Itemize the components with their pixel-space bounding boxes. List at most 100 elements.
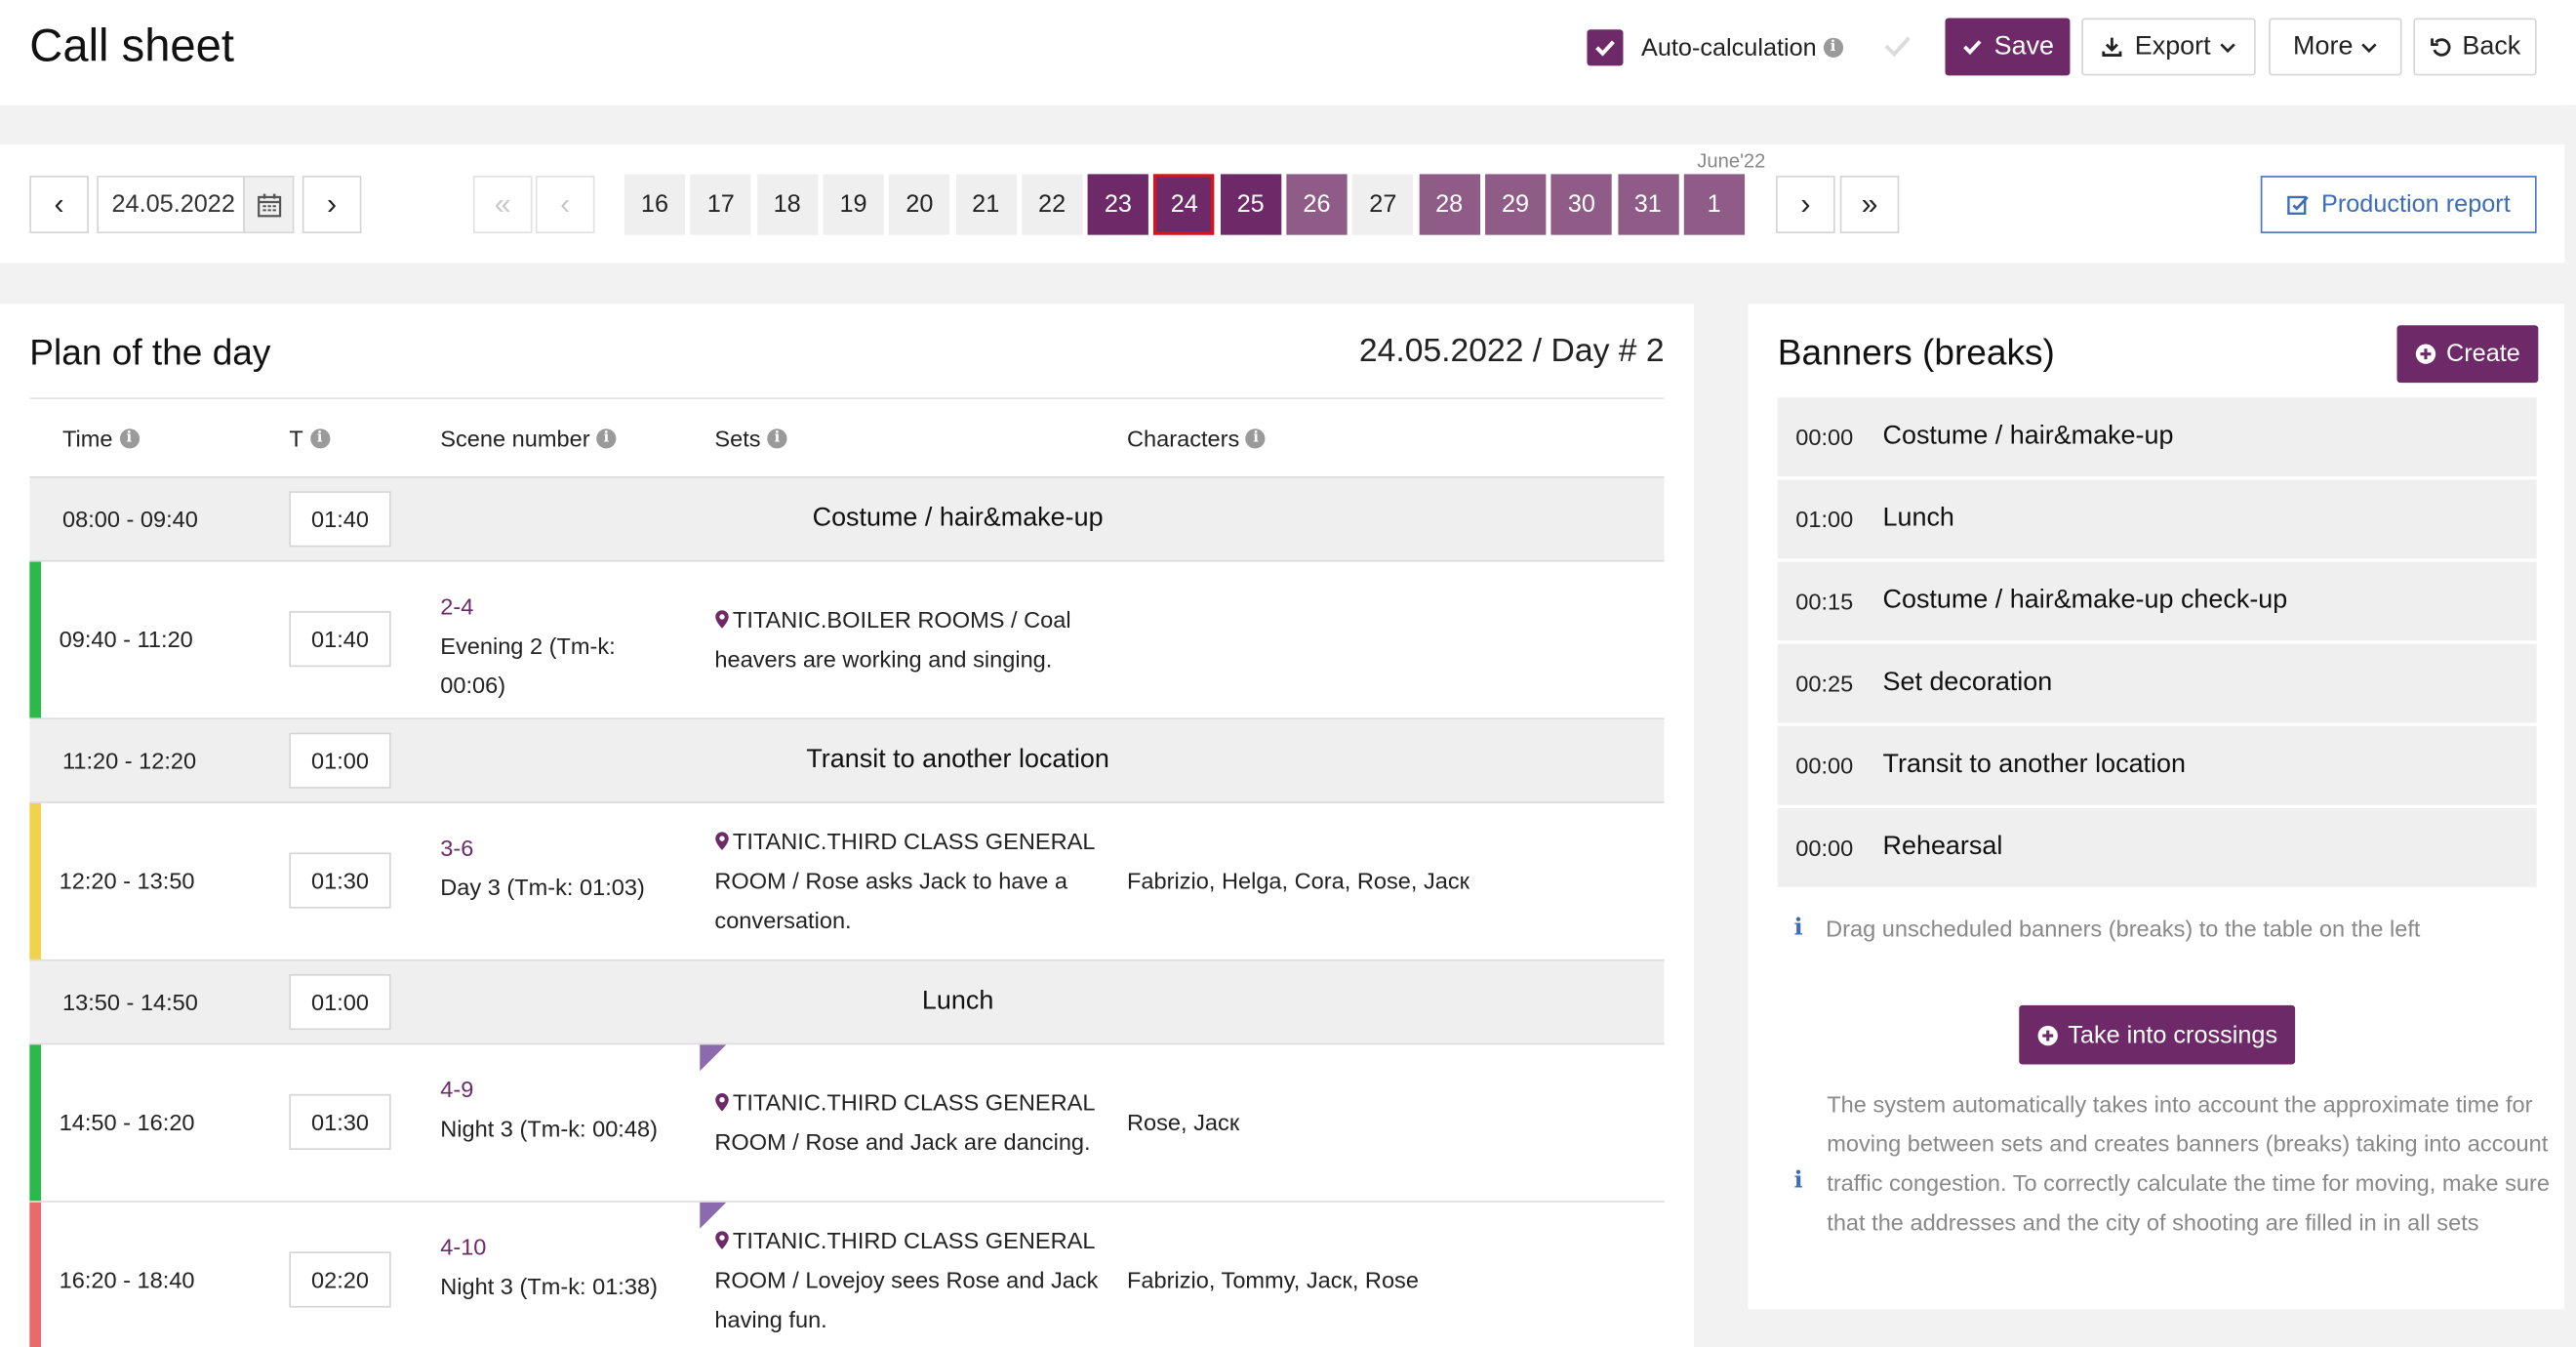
characters-cell: Fabrizio, Tommy, Jacк, Rose (1127, 1266, 1419, 1293)
time-range: 11:20 - 12:20 (61, 747, 197, 774)
day-button[interactable]: 23 (1087, 174, 1149, 235)
banner-list: 00:00 Costume / hair&make-up 01:00 Lunch 00:… (1777, 397, 2537, 890)
duration-input[interactable]: 01:30 (289, 852, 391, 909)
day-button[interactable]: 18 (756, 174, 818, 235)
column-header-sets: Sets i (714, 426, 787, 452)
duration-input[interactable]: 01:00 (289, 732, 391, 789)
page-title: Call sheet (29, 20, 234, 71)
banner-row[interactable]: 13:50 - 14:50 01:00 Lunch (29, 960, 1665, 1045)
day-button[interactable]: 1 (1683, 174, 1745, 235)
duration-input[interactable]: 02:20 (289, 1251, 391, 1308)
day-button[interactable]: 22 (1021, 174, 1083, 235)
duration-input[interactable]: 01:40 (289, 611, 391, 668)
info-icon: i (119, 429, 140, 449)
day-button[interactable]: 26 (1286, 174, 1348, 235)
calendar-icon[interactable] (243, 177, 293, 232)
date-input[interactable] (99, 177, 244, 232)
scene-number-link[interactable]: 4-9 (440, 1070, 670, 1109)
scene-number: 3-6 Day 3 (Tm-k: 01:03) (440, 828, 670, 907)
scrollbar-track[interactable] (2564, 104, 2576, 1347)
column-header-characters: Characters i (1127, 426, 1267, 452)
column-header-time: Time i (62, 426, 140, 452)
banner-item-name: Rehearsal (1882, 833, 2003, 861)
map-pin-icon (715, 832, 729, 850)
scene-number-link[interactable]: 4-10 (440, 1227, 670, 1266)
save-button[interactable]: Save (1945, 18, 2071, 76)
auto-calculation-toggle[interactable]: Auto-calculation i (1587, 29, 1843, 66)
first-page-button[interactable]: « (472, 176, 533, 233)
banner-item[interactable]: 01:00 Lunch (1777, 479, 2537, 559)
undo-icon (2430, 38, 2450, 57)
set-cell: TITANIC.BOILER ROOMS / Coal heavers are … (714, 599, 1101, 678)
take-into-crossings-button[interactable]: Take into crossings (2019, 1004, 2296, 1065)
scene-row[interactable]: 12:20 - 13:50 01:30 3-6 Day 3 (Tm-k: 01:03)… (29, 802, 1665, 961)
set-cell: TITANIC.THIRD CLASS GENERAL ROOM / Rose … (714, 821, 1101, 939)
plan-date-day: 24.05.2022 / Day # 2 (1358, 333, 1665, 370)
production-report-button[interactable]: Production report (2260, 176, 2537, 233)
next-date-button[interactable]: › (302, 176, 362, 233)
banner-row[interactable]: 08:00 - 09:40 01:40 Costume / hair&make-up (29, 477, 1665, 562)
banner-duration: 01:00 (1795, 506, 1854, 533)
set-text: TITANIC.THIRD CLASS GENERAL ROOM / Rose … (714, 1088, 1095, 1156)
create-banner-button[interactable]: Create (2396, 325, 2539, 384)
duration-input[interactable]: 01:30 (289, 1093, 391, 1151)
scene-number: 4-9 Night 3 (Tm-k: 00:48) (440, 1070, 670, 1149)
info-icon: i (1793, 1167, 1803, 1195)
plus-circle-icon (2037, 1025, 2058, 1045)
drag-hint: i Drag unscheduled banners (breaks) to t… (1793, 915, 2421, 942)
auto-calculation-label: Auto-calculation (1641, 33, 1817, 62)
auto-calculation-checkbox[interactable] (1587, 29, 1624, 66)
day-button[interactable]: 20 (889, 174, 950, 235)
day-button[interactable]: 17 (690, 174, 751, 235)
scene-number-link[interactable]: 2-4 (440, 587, 670, 626)
date-navigation-bar: ‹ › « ‹ 16171819202122232425262728293031… (0, 144, 2576, 264)
day-button[interactable]: 19 (823, 174, 884, 235)
day-button[interactable]: 21 (955, 174, 1017, 235)
banner-item[interactable]: 00:25 Set decoration (1777, 643, 2537, 723)
download-icon (2103, 37, 2123, 57)
banner-item[interactable]: 00:00 Transit to another location (1777, 725, 2537, 805)
last-page-button[interactable]: » (1839, 176, 1900, 233)
scene-number-link[interactable]: 3-6 (440, 828, 670, 867)
duration-input[interactable]: 01:40 (289, 491, 391, 548)
scene-row[interactable]: 09:40 - 11:20 01:40 2-4 Evening 2 (Tm-k: 00… (29, 561, 1665, 720)
checkbox-edit-icon (2287, 194, 2309, 215)
banner-item[interactable]: 00:00 Rehearsal (1777, 807, 2537, 887)
check-icon[interactable] (1881, 29, 1914, 70)
next-page-button[interactable]: › (1776, 176, 1835, 233)
export-button[interactable]: Export (2081, 18, 2256, 76)
set-text: TITANIC.THIRD CLASS GENERAL ROOM / Lovej… (714, 1227, 1099, 1332)
time-range: 08:00 - 09:40 (61, 506, 198, 533)
prev-page-button[interactable]: ‹ (535, 176, 595, 233)
scene-row[interactable]: 16:20 - 18:40 02:20 4-10 Night 3 (Tm-k: 01:… (29, 1202, 1665, 1347)
map-pin-icon (715, 1231, 729, 1249)
scene-row[interactable]: 14:50 - 16:20 01:30 4-9 Night 3 (Tm-k: 00:4… (29, 1044, 1665, 1203)
duration-input[interactable]: 01:00 (289, 973, 391, 1031)
info-icon: i (1823, 37, 1843, 58)
set-cell: TITANIC.THIRD CLASS GENERAL ROOM / Rose … (714, 1082, 1101, 1162)
month-label: June'22 (1697, 149, 1766, 173)
info-icon: i (1246, 429, 1267, 449)
day-button[interactable]: 27 (1352, 174, 1414, 235)
status-stripe (29, 802, 42, 959)
banner-item[interactable]: 00:00 Costume / hair&make-up (1777, 397, 2537, 477)
banner-name: Lunch (921, 987, 994, 1016)
column-header-t: Ti (289, 426, 330, 452)
more-button[interactable]: More (2269, 18, 2402, 76)
day-button[interactable]: 16 (624, 174, 686, 235)
time-range: 14:50 - 16:20 (59, 1108, 195, 1135)
day-button[interactable]: 28 (1419, 174, 1480, 235)
day-button[interactable]: 30 (1550, 174, 1613, 235)
day-button[interactable]: 29 (1484, 174, 1547, 235)
banner-item[interactable]: 00:15 Costume / hair&make-up check-up (1777, 561, 2537, 641)
time-range: 09:40 - 11:20 (59, 626, 193, 653)
prev-date-button[interactable]: ‹ (29, 176, 89, 233)
back-button[interactable]: Back (2413, 18, 2537, 76)
banner-row[interactable]: 11:20 - 12:20 01:00 Transit to another loc… (29, 719, 1665, 803)
date-picker[interactable] (97, 176, 295, 233)
day-button[interactable]: 31 (1617, 174, 1678, 235)
day-button[interactable]: 24 (1153, 174, 1215, 235)
top-toolbar: Call sheet Auto-calculation i Save Expor… (0, 0, 2576, 105)
table-body: 08:00 - 09:40 01:40 Costume / hair&make-up… (29, 477, 1665, 1347)
day-button[interactable]: 25 (1220, 174, 1281, 235)
